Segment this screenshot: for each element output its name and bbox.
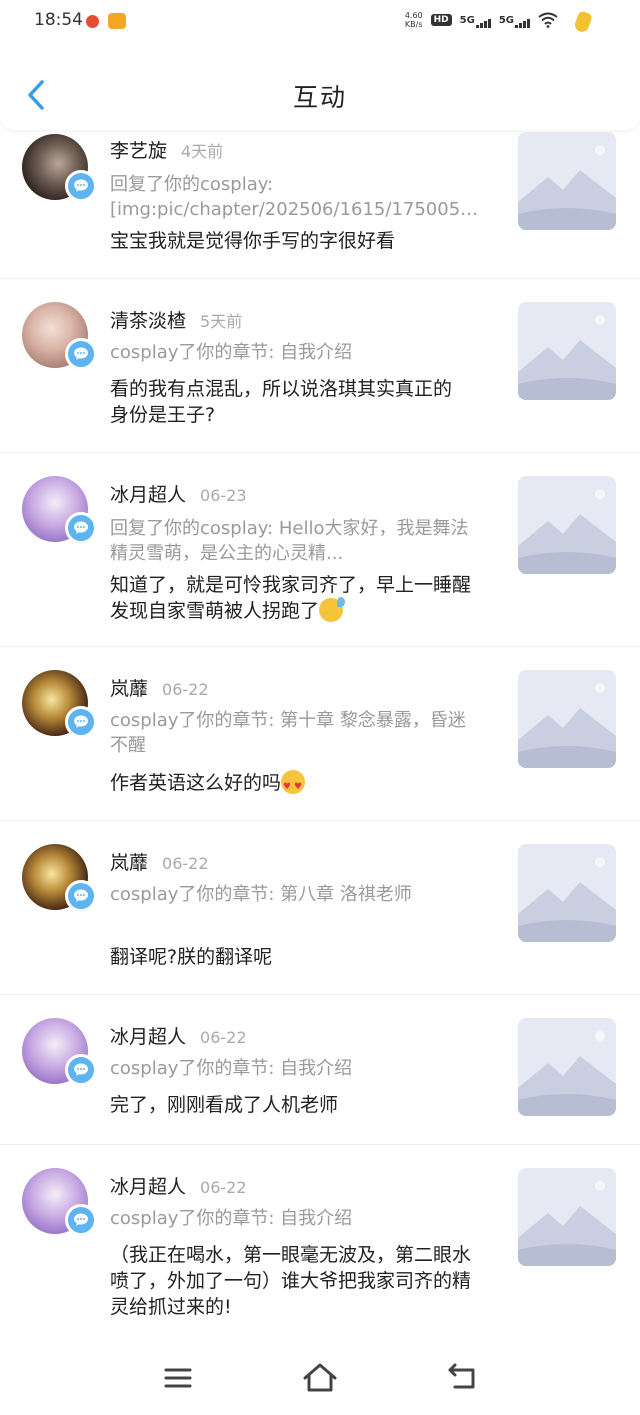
comment-text: 宝宝我就是觉得你手写的字很好看 xyxy=(110,230,396,252)
user-name[interactable]: 岚蘼 xyxy=(110,674,148,701)
image-placeholder-icon[interactable] xyxy=(518,476,616,574)
comment-bubble-icon xyxy=(65,706,97,738)
network-speed: 4.60 KB/s xyxy=(405,11,423,29)
hd-voice-icon: HD xyxy=(430,14,452,26)
header: 互动 xyxy=(0,48,640,130)
post-time: 4天前 xyxy=(181,142,224,161)
comment-text: 看的我有点混乱，所以说洛琪其实真正的身份是王子? xyxy=(110,378,453,426)
comment-bubble-icon xyxy=(65,1054,97,1086)
weibo-notification-icon xyxy=(108,13,126,29)
image-placeholder-icon[interactable] xyxy=(518,670,616,768)
network-speed-unit: KB/s xyxy=(404,20,423,29)
comment-text: 作者英语这么好的吗 xyxy=(110,772,282,794)
comment-bubble-icon xyxy=(65,170,97,202)
image-placeholder-icon[interactable] xyxy=(518,132,616,230)
list-item[interactable]: 李艺旋 4天前 回复了你的cosplay: [img:pic/chapter/2… xyxy=(0,130,640,279)
list-item[interactable]: 冰月超人 06-22 cosplay了你的章节: 自我介绍 完了，刚刚看成了人机… xyxy=(0,996,640,1145)
reference-text[interactable]: cosplay了你的章节: 第八章 洛祺老师 xyxy=(110,882,480,932)
sim1-label: 5G xyxy=(459,14,475,26)
user-name[interactable]: 岚蘼 xyxy=(110,848,148,875)
post-time: 06-23 xyxy=(200,486,247,505)
signal-sim2-icon: 5G xyxy=(498,14,530,28)
back-icon[interactable] xyxy=(442,1358,482,1398)
list-item[interactable]: 岚蘼 06-22 cosplay了你的章节: 第八章 洛祺老师 翻译呢?朕的翻译… xyxy=(0,822,640,995)
system-nav-bar xyxy=(0,1340,640,1415)
status-bar: 18:54 4.60 KB/s HD 5G 5G xyxy=(0,0,640,48)
comment-text: （我正在喝水，第一眼毫无波及，第二眼水喷了，外加了一句）谁大爷把我家司齐的精灵给… xyxy=(110,1244,472,1318)
network-speed-value: 4.60 xyxy=(404,11,423,20)
image-placeholder-icon[interactable] xyxy=(518,1168,616,1266)
user-name[interactable]: 李艺旋 xyxy=(110,136,167,163)
home-icon[interactable] xyxy=(300,1358,340,1398)
reference-text[interactable]: cosplay了你的章节: 第十章 黎念暴露，昏迷不醒 xyxy=(110,708,480,758)
comment-wrapper: 知道了，就是可怜我家司齐了，早上一睡醒发现自家雪萌被人拐跑了 xyxy=(110,572,480,624)
heart-eyes-emoji-icon xyxy=(281,770,306,800)
image-placeholder-icon[interactable] xyxy=(518,302,616,400)
reference-text[interactable]: 回复了你的cosplay: Hello大家好，我是舞法精灵雪萌，是公主的心灵精.… xyxy=(110,516,480,566)
wifi-icon xyxy=(538,12,558,28)
page-title: 互动 xyxy=(292,83,347,112)
reference-text[interactable]: 回复了你的cosplay: [img:pic/chapter/202506/16… xyxy=(110,172,480,222)
comment-bubble-icon xyxy=(65,338,97,370)
post-time: 06-22 xyxy=(200,1028,247,1047)
sweat-emoji-icon xyxy=(319,597,346,622)
post-time: 06-22 xyxy=(162,680,209,699)
list-item[interactable]: 冰月超人 06-23 回复了你的cosplay: Hello大家好，我是舞法精灵… xyxy=(0,454,640,647)
list-item[interactable]: 清茶淡楂 5天前 cosplay了你的章节: 自我介绍 看的我有点混乱，所以说洛… xyxy=(0,280,640,453)
comment-text: 翻译呢?朕的翻译呢 xyxy=(110,946,273,968)
image-placeholder-icon[interactable] xyxy=(518,844,616,942)
list-item[interactable]: 冰月超人 06-22 cosplay了你的章节: 自我介绍 （我正在喝水，第一眼… xyxy=(0,1146,640,1326)
reference-text[interactable]: cosplay了你的章节: 自我介绍 xyxy=(110,1206,480,1231)
post-time: 5天前 xyxy=(200,312,243,331)
user-name[interactable]: 冰月超人 xyxy=(110,1172,186,1199)
comment-text: 知道了，就是可怜我家司齐了，早上一睡醒发现自家雪萌被人拐跑了 xyxy=(110,574,472,622)
reference-text[interactable]: cosplay了你的章节: 自我介绍 xyxy=(110,1056,480,1081)
comment-wrapper: 作者英语这么好的吗 xyxy=(110,770,490,800)
comment-bubble-icon xyxy=(65,1204,97,1236)
list-item[interactable]: 岚蘼 06-22 cosplay了你的章节: 第十章 黎念暴露，昏迷不醒 作者英… xyxy=(0,648,640,821)
image-placeholder-icon[interactable] xyxy=(518,1018,616,1116)
status-indicators: 4.60 KB/s HD 5G 5G xyxy=(405,11,596,29)
comment-bubble-icon xyxy=(65,512,97,544)
post-time: 06-22 xyxy=(200,1178,247,1197)
sim2-label: 5G xyxy=(498,14,514,26)
post-time: 06-22 xyxy=(162,854,209,873)
comment-text: 完了，刚刚看成了人机老师 xyxy=(110,1094,339,1116)
menu-icon[interactable] xyxy=(158,1358,198,1398)
signal-sim1-icon: 5G xyxy=(459,14,491,28)
user-name[interactable]: 冰月超人 xyxy=(110,480,186,507)
user-name[interactable]: 清茶淡楂 xyxy=(110,306,186,333)
comment-bubble-icon xyxy=(65,880,97,912)
user-name[interactable]: 冰月超人 xyxy=(110,1022,186,1049)
reference-text[interactable]: cosplay了你的章节: 自我介绍 xyxy=(110,340,480,365)
status-time: 18:54 xyxy=(34,10,83,30)
app-notification-icon xyxy=(86,15,99,28)
